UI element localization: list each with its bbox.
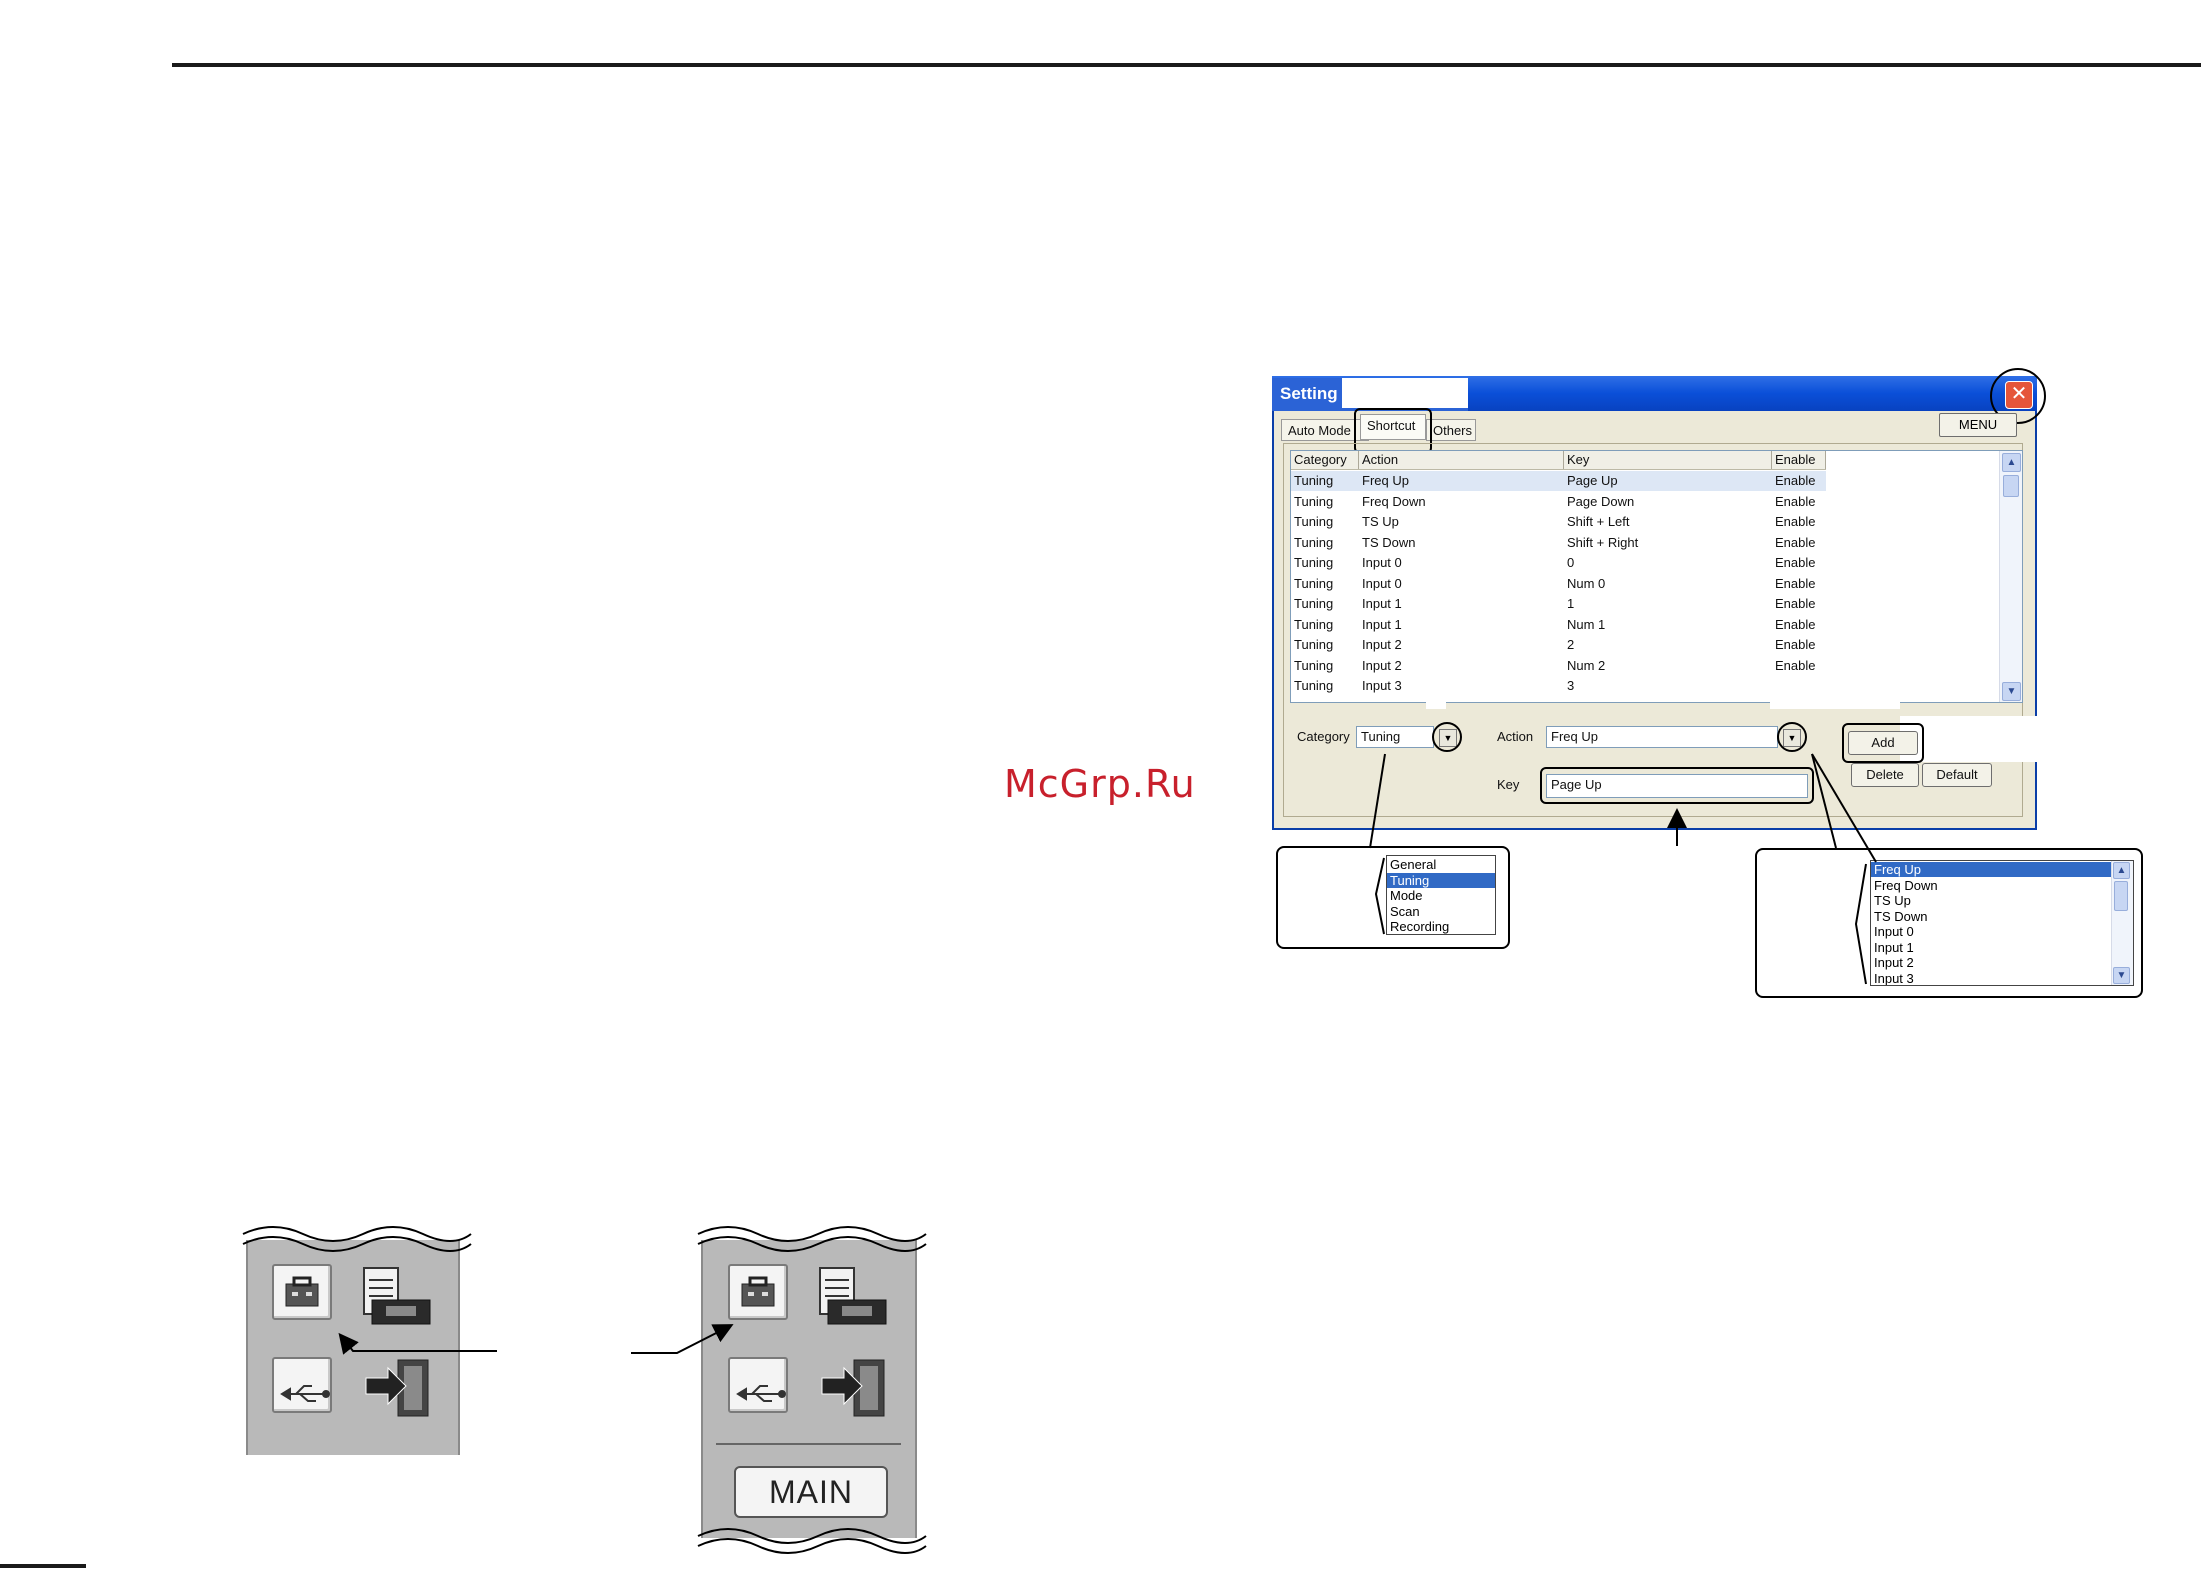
wave-bottom-right <box>697 1528 927 1544</box>
usb-icon-right <box>736 1385 786 1402</box>
drawing-overlay <box>242 753 1877 1554</box>
action-leader-line-a <box>1811 753 1837 849</box>
wave-top-left <box>242 1226 472 1242</box>
action-bracket <box>1854 863 1867 985</box>
category-bracket <box>1374 857 1385 935</box>
pointer-arrow-left <box>338 1332 497 1355</box>
action-leader-line-b <box>1811 753 1877 863</box>
usb-icon-left <box>280 1385 330 1402</box>
document-radio-icon-left <box>363 1267 431 1325</box>
pointer-arrow-right <box>631 1324 734 1354</box>
wave-top-right <box>697 1226 927 1242</box>
document-radio-icon-right <box>819 1267 887 1325</box>
toolbox-icon-left <box>285 1276 319 1307</box>
exit-door-icon-right <box>821 1359 885 1417</box>
toolbox-icon-right <box>741 1276 775 1307</box>
exit-door-icon-left <box>365 1359 429 1417</box>
category-leader-line <box>1369 753 1386 849</box>
